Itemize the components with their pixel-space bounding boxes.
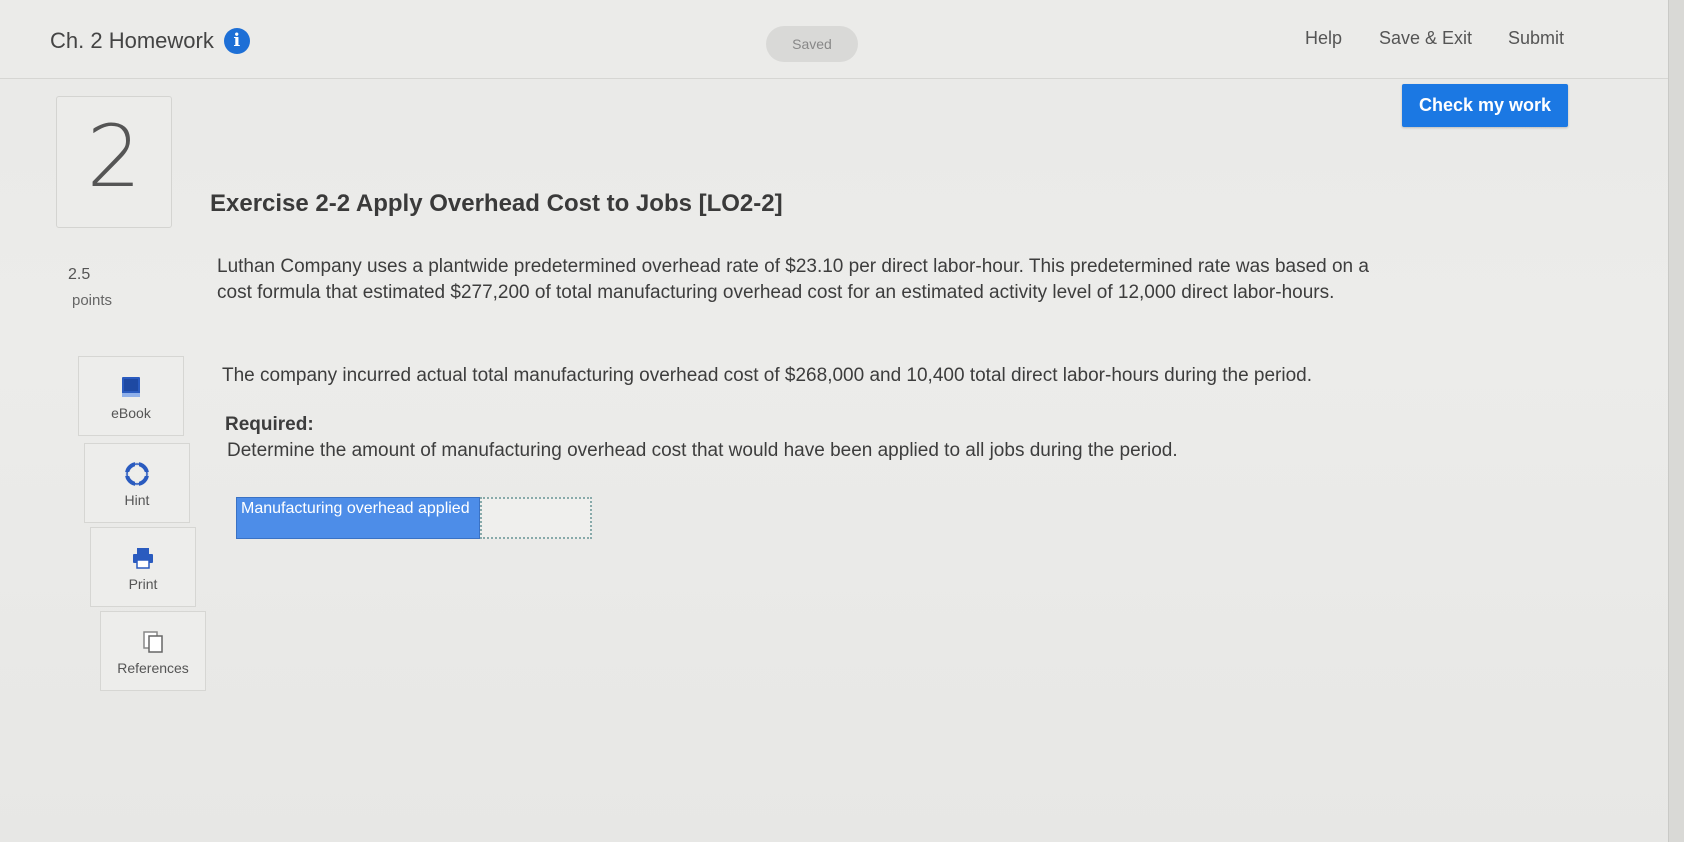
book-icon — [119, 375, 143, 399]
saved-status-badge: Saved — [766, 26, 858, 62]
question-paragraph-2: The company incurred actual total manufa… — [222, 365, 1313, 386]
assignment-title: Ch. 2 Homework i — [50, 28, 250, 54]
scrollbar[interactable] — [1668, 0, 1684, 842]
question-paragraph-1: Luthan Company uses a plantwide predeter… — [217, 256, 1369, 303]
assignment-title-text: Ch. 2 Homework — [50, 28, 214, 53]
print-label: Print — [128, 576, 158, 592]
answer-label: Manufacturing overhead applied — [236, 497, 480, 539]
references-button[interactable]: References — [100, 611, 206, 691]
print-button[interactable]: Print — [90, 527, 196, 607]
question-number: 2 — [86, 107, 142, 207]
lifebuoy-icon — [125, 462, 149, 486]
top-bar: Ch. 2 Homework i Saved Help Save & Exit … — [0, 0, 1684, 79]
hint-button[interactable]: Hint — [84, 443, 190, 523]
answer-row: Manufacturing overhead applied — [236, 497, 592, 539]
check-my-work-button[interactable]: Check my work — [1402, 84, 1568, 127]
points-label: points — [72, 292, 113, 309]
documents-icon — [141, 630, 165, 654]
question-number-box: 2 — [56, 96, 172, 228]
printer-icon — [131, 546, 155, 570]
submit-link[interactable]: Submit — [1508, 28, 1564, 49]
required-label: Required: — [225, 414, 314, 435]
save-exit-link[interactable]: Save & Exit — [1379, 28, 1472, 49]
exercise-title: Exercise 2-2 Apply Overhead Cost to Jobs… — [210, 190, 783, 217]
help-link[interactable]: Help — [1305, 28, 1342, 49]
info-icon[interactable]: i — [223, 28, 250, 54]
hint-label: Hint — [124, 492, 150, 508]
homework-page: Ch. 2 Homework i Saved Help Save & Exit … — [0, 0, 1684, 842]
points-value: 2.5 — [68, 266, 91, 283]
overhead-applied-input[interactable] — [480, 497, 592, 539]
ebook-label: eBook — [111, 405, 151, 421]
references-label: References — [117, 660, 189, 676]
ebook-button[interactable]: eBook — [78, 356, 184, 436]
required-text: Determine the amount of manufacturing ov… — [227, 440, 1178, 461]
